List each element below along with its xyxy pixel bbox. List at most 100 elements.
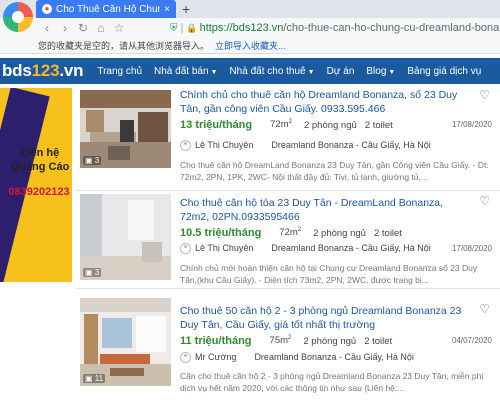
listing-area-unit: 2	[297, 227, 302, 234]
listing-area-unit: 2	[288, 335, 292, 342]
photo-count: ▣ 3	[83, 156, 102, 165]
agent-name[interactable]: Mr Cường	[195, 352, 236, 362]
listing-location[interactable]: Dreamland Bonanza - Cầu Giấy, Hà Nội	[271, 140, 430, 150]
listing-meta: 10.5 triệu/tháng 72m2 2 phòng ngủ 2 toil…	[180, 226, 500, 240]
listing-card[interactable]: ▣ 3 Chính chủ cho thuê căn hộ Dreamland …	[76, 88, 500, 191]
listing-date: 17/08/2020	[451, 244, 492, 253]
nav-blog[interactable]: Blog ▼	[366, 66, 395, 77]
chevron-down-icon: ▼	[307, 68, 315, 76]
listing-area-unit: 2	[288, 119, 292, 126]
agent-name[interactable]: Lê Thị Chuyên	[195, 140, 253, 150]
browser-tab[interactable]: ● Cho Thuê Căn Hộ Chung Cư ×	[36, 0, 176, 18]
listing-title[interactable]: Cho thuê căn hộ tòa 23 Duy Tân - DreamLa…	[180, 196, 470, 224]
listing-toilets: 2 toilet	[364, 119, 393, 131]
ad-decoration	[0, 88, 50, 282]
listing-date: 17/08/2020	[451, 120, 492, 129]
listing-title[interactable]: Cho thuê 50 căn hộ 2 - 3 phòng ngủ Dream…	[180, 304, 470, 332]
address-bar[interactable]: ⛨ | 🔒 https://bds123.vn /cho-thue-can-ho…	[170, 20, 500, 36]
agent-name[interactable]: Lê Thị Chuyên	[195, 243, 253, 253]
nav-home[interactable]: Trang chủ	[97, 66, 142, 77]
site-favicon-icon: ●	[42, 4, 52, 14]
browser-toolbar: ‹ › ↻ ⌂ ☆ ⛨ | 🔒 https://bds123.vn /cho-t…	[0, 18, 500, 38]
listing-agent-row: Mr Cường Dreamland Bonanza - Cầu Giấy, H…	[180, 349, 500, 365]
photo-count-value: 3	[94, 156, 100, 165]
address-separator: |	[180, 22, 184, 34]
browser-logo-icon	[3, 2, 33, 32]
ad-line-2: Quảng Cáo	[10, 161, 70, 173]
nav-blog-label: Blog	[366, 65, 387, 77]
lock-icon: 🔒	[186, 22, 198, 33]
nav-projects[interactable]: Dự án	[327, 66, 355, 77]
ad-line-1: Liên hệ	[20, 147, 60, 159]
nav-for-sale-label: Nhà đất bán	[154, 65, 209, 77]
listing-description: Chính chủ mới hoàn thiện căn hộ tại Chun…	[180, 263, 478, 285]
shield-icon: ⛨	[170, 22, 178, 34]
chevron-down-icon: ▼	[210, 68, 218, 76]
photo-count: ▣ 11	[83, 374, 106, 383]
home-icon[interactable]: ⌂	[92, 21, 110, 35]
heart-icon[interactable]: ♡	[479, 88, 490, 102]
listing-card[interactable]: ▣ 11 Cho thuê 50 căn hộ 2 - 3 phòng ngủ …	[76, 296, 500, 401]
bookmarks-bar: 您的收藏夹是空的，请从其他浏览器导入。 立即导入收藏夹...	[0, 38, 500, 54]
listing-title[interactable]: Chính chủ cho thuê căn hộ Dreamland Bona…	[180, 88, 470, 116]
avatar	[180, 242, 191, 254]
listing-date: 04/07/2020	[451, 336, 492, 345]
camera-icon: ▣	[85, 156, 93, 165]
avatar	[180, 139, 191, 151]
nav-for-rent[interactable]: Nhà đất cho thuê ▼	[229, 66, 314, 77]
listing-area: 72m2	[270, 119, 292, 130]
photo-count-value: 11	[94, 374, 104, 383]
listing-area-value: 75m	[269, 335, 289, 347]
site-logo[interactable]: bds123.vn	[0, 61, 84, 81]
listing-agent-row: Lê Thị Chuyên Dreamland Bonanza - Cầu Gi…	[180, 137, 500, 153]
url-host: https://bds123.vn	[199, 22, 284, 34]
close-tab-icon[interactable]: ×	[164, 4, 170, 15]
ad-banner[interactable]: Liên hệ Quảng Cáo 0839202123	[0, 88, 72, 282]
listing-area: 75m2	[270, 335, 292, 346]
bookmark-star-icon[interactable]: ☆	[110, 21, 128, 35]
logo-number: 123	[31, 61, 60, 80]
listing-price: 13 triệu/tháng	[180, 119, 253, 131]
nav-for-rent-label: Nhà đất cho thuê	[229, 65, 306, 77]
photo-count: ▣ 3	[83, 268, 102, 277]
new-tab-button[interactable]: +	[182, 1, 190, 17]
nav-pricing[interactable]: Bảng giá dịch vụ	[407, 66, 481, 77]
forward-icon[interactable]: ›	[56, 21, 74, 35]
listing-description: Căn cho thuê căn hộ 2 - 3 phòng ngủ Drea…	[180, 371, 484, 393]
browser-tabstrip: ● Cho Thuê Căn Hộ Chung Cư × +	[0, 0, 500, 18]
logo-suffix: .vn	[59, 61, 84, 80]
listing-location[interactable]: Dreamland Bonanza - Cầu Giấy, Hà Nội	[254, 352, 413, 362]
site-nav: bds123.vn Trang chủ Nhà đất bán ▼ Nhà đất…	[0, 58, 500, 84]
heart-icon[interactable]: ♡	[479, 194, 490, 208]
logo-prefix: bds	[2, 61, 32, 80]
listing-bedrooms: 2 phòng ngủ	[313, 227, 366, 239]
camera-icon: ▣	[85, 268, 93, 277]
living-room-photo	[80, 298, 171, 386]
listing-area-value: 72m	[270, 119, 289, 131]
listing-location[interactable]: Dreamland Bonanza - Cầu Giấy, Hà Nội	[271, 243, 430, 253]
import-bookmarks-link[interactable]: 立即导入收藏夹...	[215, 39, 286, 52]
listing-description: Cho thuê căn hộ DreamLand Bonanza 23 Duy…	[180, 160, 489, 182]
reload-icon[interactable]: ↻	[74, 21, 92, 35]
listing-photo[interactable]: ▣ 3	[80, 90, 171, 168]
back-icon[interactable]: ‹	[38, 21, 56, 35]
chevron-down-icon: ▼	[388, 68, 396, 76]
listing-bedrooms: 2 phòng ngủ	[303, 119, 357, 131]
ad-text: Liên hệ Quảng Cáo	[8, 146, 72, 174]
listing-area-value: 72m	[279, 227, 298, 239]
listing-card[interactable]: ▣ 3 Cho thuê căn hộ tòa 23 Duy Tân - Dre…	[76, 192, 500, 289]
listing-toilets: 2 toilet	[364, 335, 393, 347]
heart-icon[interactable]: ♡	[479, 302, 490, 316]
nav-for-sale[interactable]: Nhà đất bán ▼	[154, 66, 217, 77]
listing-bedrooms: 2 phòng ngủ	[303, 335, 357, 347]
camera-icon: ▣	[85, 374, 93, 383]
ad-phone: 0839202123	[8, 186, 70, 198]
url-path: /cho-thue-can-ho-chung-cu-dreamland-bona…	[283, 22, 500, 34]
listing-price: 10.5 triệu/tháng	[180, 227, 262, 239]
listing-photo[interactable]: ▣ 3	[80, 194, 171, 280]
listing-photo[interactable]: ▣ 11	[80, 298, 171, 386]
bookmarks-empty-text: 您的收藏夹是空的，请从其他浏览器导入。	[38, 41, 210, 51]
tab-title: Cho Thuê Căn Hộ Chung Cư	[56, 3, 160, 15]
listing-area: 72m2	[279, 227, 301, 238]
listing-price: 11 triệu/tháng	[180, 335, 252, 347]
